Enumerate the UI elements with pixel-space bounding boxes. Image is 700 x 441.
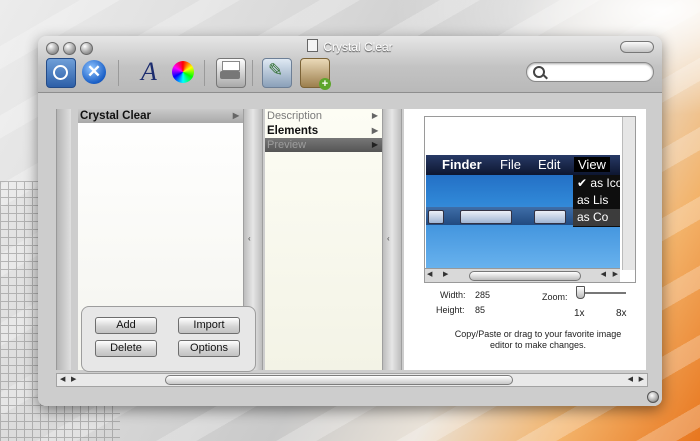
height-value: 85	[475, 305, 486, 315]
scroll-right-icon[interactable]: ▶	[71, 374, 76, 386]
list-item-label: Elements	[267, 125, 319, 137]
preview-screenshot: Finder File Edit View ✔ as Ico as Lis as…	[426, 155, 620, 270]
scroll-right-icon[interactable]: ▶	[639, 374, 644, 386]
preview-view-dropdown: ✔ as Ico as Lis as Co	[573, 175, 620, 227]
chevron-left-icon: ‹	[248, 234, 251, 243]
zoom-label: Zoom:	[542, 292, 568, 302]
preview-action-icon	[534, 210, 566, 224]
toolbar-toggle-button[interactable]	[620, 41, 654, 53]
scroll-left-icon[interactable]: ◀	[628, 374, 633, 386]
button-panel: Add Import Delete Options	[81, 306, 256, 372]
zoom-min-label: 1x	[574, 308, 585, 319]
resize-handle[interactable]	[647, 391, 659, 403]
preview-dropdown-item: ✔ as Ico	[577, 176, 620, 190]
search-icon	[533, 66, 545, 78]
search-field[interactable]	[526, 62, 654, 82]
scroll-right-icon[interactable]: ▶	[443, 269, 448, 281]
list-item-preview[interactable]: Preview ▶	[265, 138, 382, 152]
list-item-crystal-clear[interactable]: Crystal Clear ▶	[78, 109, 243, 123]
edit-icon[interactable]	[262, 58, 292, 88]
height-label: Height:	[436, 305, 465, 315]
scroll-left-icon[interactable]: ◀	[60, 374, 65, 386]
browser-area: Crystal Clear ▶ ‹ Add Import Delete Opti…	[38, 93, 662, 406]
window-title-area: Crystal Clear	[38, 39, 662, 54]
titlebar: Crystal Clear ✕ A	[38, 36, 662, 93]
close-icon[interactable]: ✕	[82, 60, 106, 84]
toolbar-separator	[118, 60, 119, 86]
preview-menu-edit: Edit	[538, 157, 561, 172]
chevron-right-icon: ▶	[232, 111, 239, 120]
chevron-right-icon: ▶	[371, 140, 378, 149]
zoom-slider-knob[interactable]	[576, 286, 585, 299]
preview-icon[interactable]	[46, 58, 76, 88]
print-icon[interactable]	[216, 58, 246, 88]
scroll-left-icon[interactable]: ◀	[427, 269, 432, 281]
left-edge-bar	[56, 109, 71, 370]
preview-horizontal-scrollbar[interactable]: ◀ ▶ ◀ ▶	[425, 268, 620, 282]
document-icon	[307, 39, 319, 52]
width-label: Width:	[440, 290, 466, 300]
scroll-right-icon[interactable]: ▶	[613, 269, 618, 281]
list-item-description[interactable]: Description ▶	[265, 109, 382, 123]
app-window: Crystal Clear ✕ A Crystal Clear ▶ ‹	[38, 36, 662, 406]
preview-menu-view: View	[574, 157, 610, 172]
list-item-elements[interactable]: Elements ▶	[265, 124, 382, 138]
preview-image[interactable]: Finder File Edit View ✔ as Ico as Lis as…	[424, 116, 636, 283]
column-divider[interactable]: ‹	[382, 109, 402, 370]
horizontal-scrollbar[interactable]: ◀ ▶ ◀ ▶	[56, 373, 648, 387]
preview-menubar: Finder File Edit View	[426, 155, 620, 175]
window-title: Crystal Clear	[323, 40, 393, 54]
chevron-right-icon: ▶	[371, 126, 378, 135]
photo-add-icon[interactable]	[300, 58, 331, 90]
toolbar-separator	[204, 60, 205, 86]
preview-vertical-scrollbar[interactable]	[622, 117, 635, 270]
preview-back-icon	[428, 210, 444, 224]
scroll-thumb[interactable]	[469, 271, 581, 281]
add-button[interactable]: Add	[95, 317, 157, 334]
preview-menu-finder: Finder	[442, 157, 482, 172]
colors-icon[interactable]	[172, 61, 194, 83]
preview-view-buttons	[460, 210, 512, 224]
list-item-label: Preview	[267, 139, 307, 151]
list-item-label: Description	[267, 110, 323, 122]
import-button[interactable]: Import	[178, 317, 240, 334]
preview-toolbar	[426, 207, 576, 225]
preview-hint: Copy/Paste or drag to your favorite imag…	[454, 329, 622, 350]
search-input[interactable]	[547, 64, 649, 80]
scroll-thumb[interactable]	[165, 375, 513, 385]
preview-dropdown-item: as Co	[573, 209, 620, 226]
column-2: Description ▶ Elements ▶ Preview ▶	[265, 109, 382, 370]
zoom-max-label: 8x	[616, 308, 627, 319]
preview-column: Finder File Edit View ✔ as Ico as Lis as…	[404, 109, 646, 370]
delete-button[interactable]: Delete	[95, 340, 157, 357]
options-button[interactable]: Options	[178, 340, 240, 357]
width-value: 285	[475, 290, 491, 300]
chevron-right-icon: ▶	[371, 111, 378, 120]
scroll-left-icon[interactable]: ◀	[601, 269, 606, 281]
toolbar-separator	[252, 60, 253, 86]
chevron-left-icon: ‹	[387, 234, 390, 243]
font-icon[interactable]: A	[135, 58, 163, 86]
preview-dropdown-item: as Lis	[577, 193, 609, 207]
list-item-label: Crystal Clear	[80, 110, 151, 122]
preview-menu-file: File	[500, 157, 521, 172]
